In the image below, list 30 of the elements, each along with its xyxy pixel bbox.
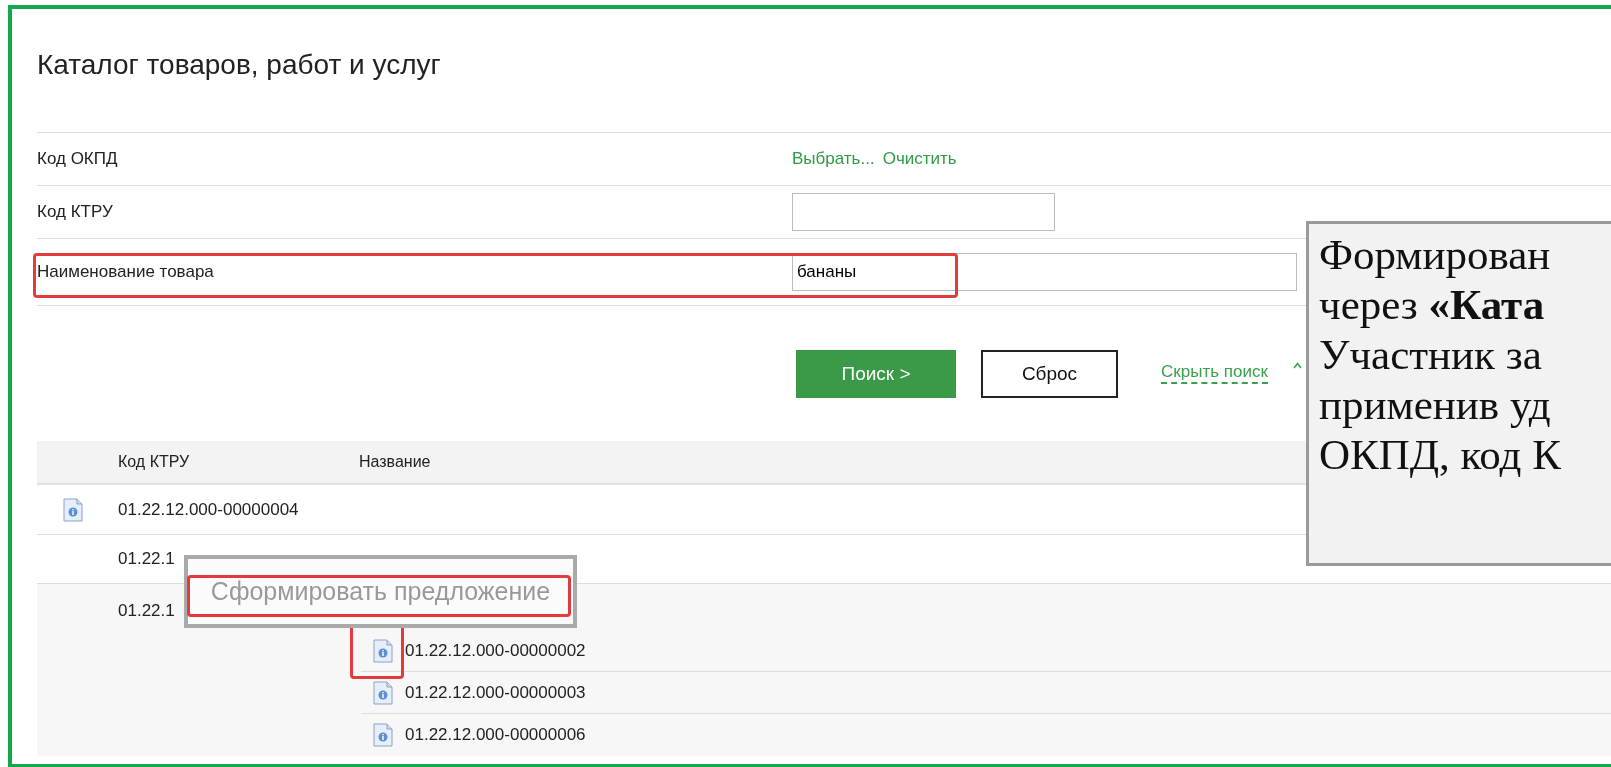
tooltip-text: Сформировать предложение [210,575,551,607]
table-cell: 01.22.1 [118,601,175,620]
column-header: Название [359,453,431,470]
document-info-icon[interactable] [373,638,393,663]
reset-button[interactable]: Сброс [981,350,1118,398]
table-cell-text: 01.22.12.000-00000003 [405,681,586,704]
field-label: Наименование товара [37,261,215,284]
table-cell-text: 01.22.12.000-00000006 [405,724,586,747]
document-info-icon[interactable] [62,497,83,522]
input-field[interactable]: бананы [792,253,1297,291]
field-label: Код ОКПД [37,148,119,171]
table-cell: 01.22.1 [118,549,175,569]
hide-search-link[interactable]: Скрыть поиск [1161,362,1268,385]
callout-text: через «Ката [1319,280,1546,330]
table-cell-text: 01.22.12.000-00000002 [405,639,586,662]
column-header: Код КТРУ [118,453,190,470]
page-title: Каталог товаров, работ и услуг [37,47,441,82]
input-field[interactable] [792,193,1055,231]
callout-text: Участник за [1319,330,1543,380]
callout-text: применив уд [1319,380,1552,430]
action-link[interactable]: Очистить [882,146,957,172]
table-cell: 01.22.12.000-00000004 [118,499,299,519]
document-info-icon[interactable] [373,680,393,705]
document-info-icon[interactable] [373,723,393,747]
callout-text: Формирован [1319,230,1552,280]
search-button[interactable]: Поиск > [796,350,956,398]
caret-up-icon[interactable] [1293,362,1302,369]
action-link[interactable]: Выбрать... [792,146,875,172]
callout-text: ОКПД, код К [1319,430,1562,480]
field-label: Код КТРУ [37,201,114,224]
